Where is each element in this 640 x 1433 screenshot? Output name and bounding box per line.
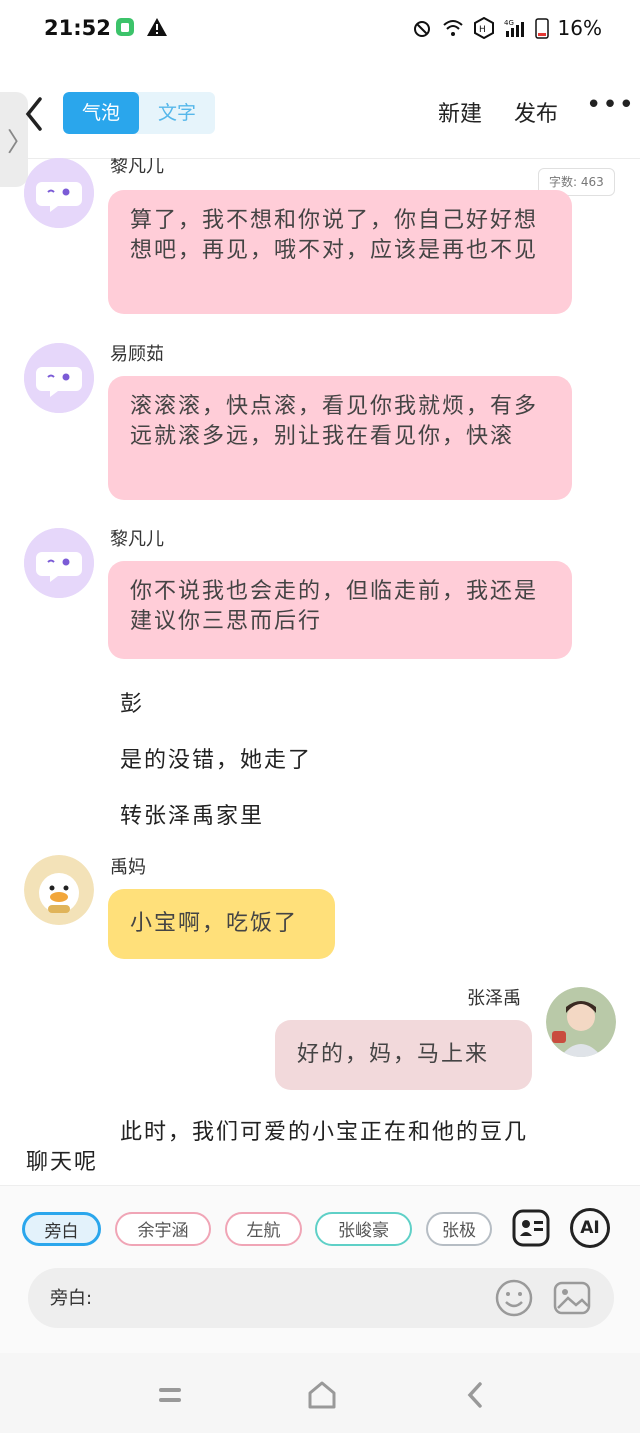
input-role-label: 旁白: — [50, 1288, 93, 1309]
composer-panel: 旁白 余宇涵 左航 张峻豪 张极 AI 旁白: — [0, 1185, 640, 1354]
signal-4g-icon: 4G — [504, 19, 524, 37]
app-notification-icon — [116, 18, 134, 36]
narration-line[interactable]: 聊天呢 — [26, 1144, 98, 1176]
chat-bubble[interactable]: 小宝啊，吃饭了 — [108, 889, 335, 959]
chat-bubble[interactable]: 算了，我不想和你说了，你自己好好想想吧，再见，哦不对，应该是再也不见 — [108, 190, 572, 314]
back-nav-icon[interactable] — [460, 1379, 492, 1411]
back-arrow-icon[interactable] — [20, 96, 50, 132]
contacts-card-icon[interactable] — [511, 1208, 551, 1248]
avatar-duck-icon[interactable] — [24, 855, 94, 925]
status-time: 21:52 — [44, 16, 111, 40]
svg-text:4G: 4G — [504, 19, 514, 27]
chat-area[interactable]: 字数: 463 黎凡儿 算了，我不想和你说了，你自己好好想想吧，再见，哦不对，应… — [0, 158, 640, 1185]
narration-line[interactable]: 此时，我们可爱的小宝正在和他的豆几 — [120, 1114, 528, 1146]
sender-name: 黎凡儿 — [110, 158, 164, 177]
tab-bubble[interactable]: 气泡 — [63, 92, 139, 134]
home-icon[interactable] — [306, 1379, 338, 1411]
battery-percent: 16% — [557, 16, 602, 40]
chat-bubble[interactable]: 滚滚滚，快点滚，看见你我就烦，有多远就滚多远，别让我在看见你，快滚 — [108, 376, 572, 500]
more-options-icon[interactable]: ••• — [586, 90, 635, 120]
sender-name: 黎凡儿 — [110, 529, 164, 550]
tab-text[interactable]: 文字 — [139, 92, 215, 134]
chat-bubble[interactable]: 好的，妈，马上来 — [275, 1020, 532, 1090]
ai-assistant-button[interactable]: AI — [570, 1208, 610, 1248]
publish-button[interactable]: 发布 — [514, 96, 558, 128]
new-button[interactable]: 新建 — [438, 96, 482, 128]
avatar-purple-bubble-icon[interactable] — [24, 158, 94, 228]
avatar-photo-icon[interactable] — [546, 987, 616, 1057]
hd-icon: H — [473, 17, 494, 39]
narration-line[interactable]: 是的没错，她走了 — [120, 742, 312, 774]
role-chip[interactable]: 张极 — [426, 1212, 492, 1246]
avatar-purple-bubble-icon[interactable] — [24, 528, 94, 598]
sender-name: 易顾茹 — [110, 344, 164, 365]
menu-icon[interactable] — [154, 1379, 186, 1411]
role-chip[interactable]: 张峻豪 — [315, 1212, 412, 1246]
sender-name: 禹妈 — [110, 857, 146, 878]
role-chip[interactable]: 左航 — [225, 1212, 302, 1246]
chat-bubble[interactable]: 你不说我也会走的，但临走前，我还是建议你三思而后行 — [108, 561, 572, 659]
status-bar: 21:52 H 4G 16% — [0, 0, 640, 58]
editor-topbar: 气泡 文字 新建 发布 ••• — [0, 90, 640, 159]
narration-line[interactable]: 转张泽禹家里 — [120, 798, 264, 830]
system-nav-bar — [0, 1353, 640, 1433]
svg-text:H: H — [479, 25, 486, 35]
message-input[interactable]: 旁白: — [28, 1268, 614, 1328]
role-chip-selected[interactable]: 旁白 — [22, 1212, 101, 1246]
wifi-icon — [442, 20, 463, 36]
battery-icon — [534, 18, 549, 39]
emoji-icon[interactable] — [494, 1278, 534, 1318]
mute-alarm-icon — [413, 21, 430, 37]
avatar-purple-bubble-icon[interactable] — [24, 343, 94, 413]
narration-line[interactable]: 彭 — [120, 686, 144, 718]
mode-segmented-control: 气泡 文字 — [63, 92, 215, 134]
role-chip[interactable]: 余宇涵 — [115, 1212, 211, 1246]
sender-name: 张泽禹 — [467, 988, 521, 1009]
image-icon[interactable] — [552, 1278, 592, 1318]
warning-icon — [147, 18, 167, 36]
